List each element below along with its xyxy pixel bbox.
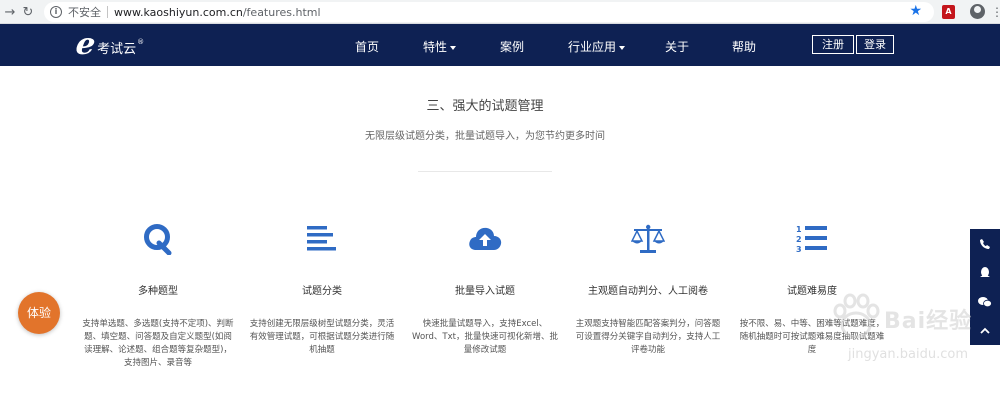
feature-title: 主观题自动判分、人工阅卷	[588, 286, 708, 297]
address-bar[interactable]: i 不安全 www.kaoshiyun.com.cn/features.html…	[44, 2, 934, 22]
url-path: /features.html	[242, 5, 321, 19]
chevron-down-icon	[450, 45, 457, 50]
trial-button[interactable]: 体验	[18, 292, 60, 334]
logo-e-icon: e	[73, 27, 98, 62]
feature-title: 批量导入试题	[455, 286, 515, 297]
nav-help[interactable]: 帮助	[732, 38, 756, 55]
section-subtitle: 无限层级试题分类，批量试题导入，为您节约更多时间	[365, 131, 605, 142]
watermark-text: Bai经验	[884, 309, 973, 334]
feature-desc: 支持单选题、多选题(支持不定项)、判断题、填空题、问答题及自定义题型(如阅读理解…	[82, 319, 234, 368]
feature-batch-import: 批量导入试题 快速批量试题导入，支持Excel、Word、Txt，批量快速可视化…	[405, 222, 565, 357]
nav-about[interactable]: 关于	[665, 38, 689, 55]
nav-industry[interactable]: 行业应用	[568, 38, 626, 55]
ordered-list-icon: 1 2 3	[732, 222, 892, 256]
site-header: e 考试云® 首页 特性 案例 行业应用 关于 帮助 注册 登录	[0, 24, 1000, 66]
profile-icon[interactable]	[970, 4, 985, 19]
site-logo[interactable]: e 考试云®	[73, 27, 145, 62]
insecure-label: 不安全	[68, 6, 101, 19]
login-button[interactable]: 登录	[856, 35, 894, 54]
feature-auto-grading: 主观题自动判分、人工阅卷 主观题支持智能匹配答案判分，问答题可设置得分关键字自动…	[568, 222, 728, 357]
back-icon[interactable]: →	[0, 2, 20, 22]
nav-cases[interactable]: 案例	[500, 38, 524, 55]
feature-desc: 快速批量试题导入，支持Excel、Word、Txt，批量快速可视化新增、批量修改…	[412, 319, 558, 355]
url-separator	[107, 6, 108, 18]
feature-question-types: 多种题型 支持单选题、多选题(支持不定项)、判断题、填空题、问答题及自定义题型(…	[78, 222, 238, 370]
feature-title: 试题分类	[302, 286, 342, 297]
svg-text:2: 2	[796, 235, 802, 244]
feature-title: 多种题型	[138, 286, 178, 297]
qq-icon[interactable]	[970, 258, 1000, 287]
chevron-down-icon	[619, 45, 626, 50]
watermark-url: jingyan.baidu.com	[848, 347, 968, 362]
paw-icon	[833, 293, 880, 339]
align-left-icon	[242, 222, 402, 256]
bookmark-star-icon[interactable]: ★	[909, 3, 922, 19]
section-title: 三、强大的试题管理	[426, 99, 544, 114]
baidu-watermark: Bai经验 jingyan.baidu.com	[828, 289, 988, 379]
menu-dots-icon[interactable]: ⋮	[991, 4, 1000, 20]
phone-icon[interactable]	[970, 229, 1000, 258]
feature-desc: 主观题支持智能匹配答案判分，问答题可设置得分关键字自动判分，支持人工评卷功能	[575, 319, 721, 355]
nav-features[interactable]: 特性	[423, 38, 457, 55]
feature-question-category: 试题分类 支持创建无限层级树型试题分类，灵活有效管理试题，可根据试题分类进行随机…	[242, 222, 402, 357]
balance-scale-icon	[568, 222, 728, 256]
feature-desc: 支持创建无限层级树型试题分类，灵活有效管理试题，可根据试题分类进行随机抽题	[249, 319, 395, 355]
pdf-extension-icon[interactable]: A	[942, 5, 955, 19]
svg-text:3: 3	[796, 245, 802, 254]
url-host: www.kaoshiyun.com.cn	[114, 5, 243, 19]
logo-text: 考试云®	[97, 37, 145, 57]
svg-text:1: 1	[796, 225, 802, 234]
section-divider	[418, 171, 552, 172]
q-letter-icon	[78, 222, 238, 256]
cloud-upload-icon	[405, 222, 565, 256]
info-icon[interactable]: i	[50, 6, 62, 18]
reload-icon[interactable]: ↻	[18, 2, 38, 22]
register-button[interactable]: 注册	[812, 35, 854, 54]
nav-home[interactable]: 首页	[355, 38, 379, 55]
browser-toolbar: → ↻ i 不安全 www.kaoshiyun.com.cn/features.…	[0, 0, 1000, 24]
